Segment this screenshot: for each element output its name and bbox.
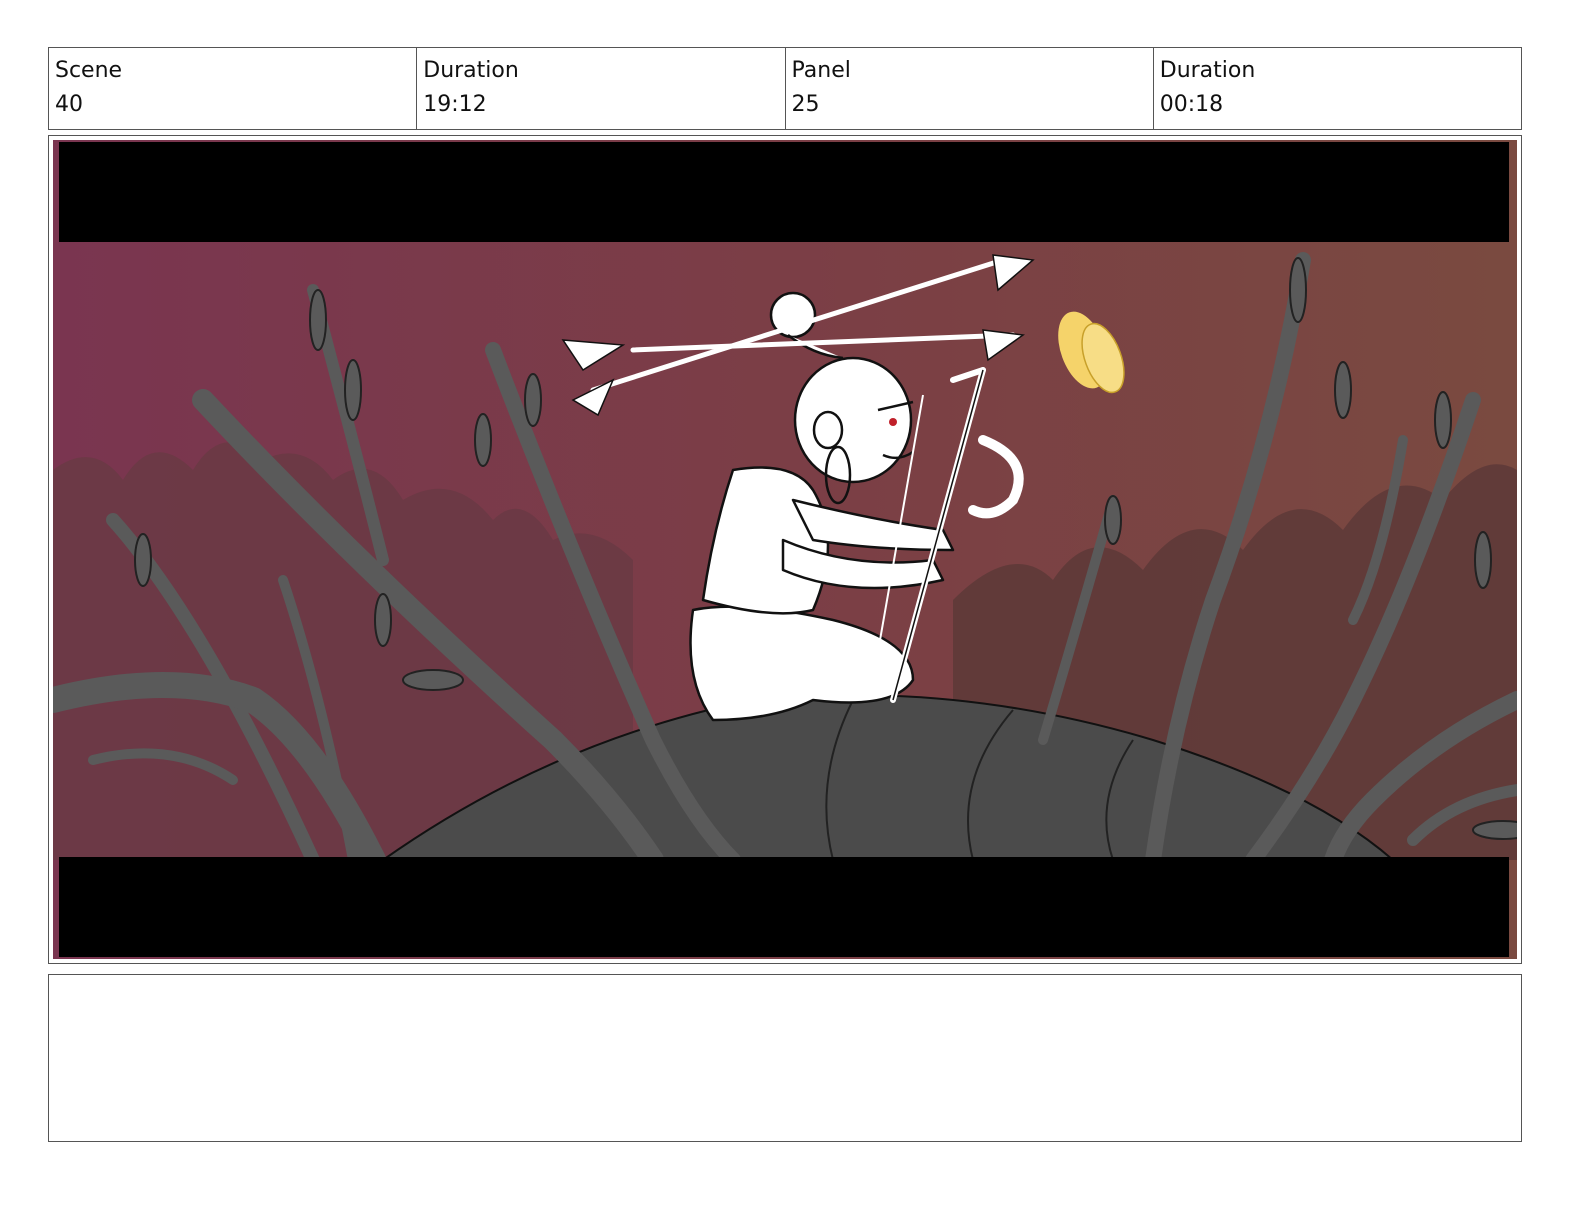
panel-label: Panel	[791, 58, 851, 83]
scene-duration-value: 19:12	[423, 92, 487, 117]
scene-label: Scene	[55, 58, 123, 83]
panel-info-header: Scene 40 Duration 19:12 Panel 25 Duratio…	[48, 47, 1522, 130]
panel-value: 25	[791, 92, 820, 117]
scene-value: 40	[55, 92, 83, 117]
scene-cell: Scene 40	[49, 48, 418, 129]
panel-cell: Panel 25	[786, 48, 1154, 129]
panel-duration-value: 00:18	[1159, 92, 1224, 117]
scene-duration-label: Duration	[423, 58, 519, 83]
scene-duration-cell: Duration 19:12	[417, 48, 786, 129]
storyboard-frame	[48, 135, 1522, 964]
letterbox-bottom	[59, 857, 1509, 957]
letterbox-top	[59, 142, 1509, 242]
storyboard-illustration	[53, 140, 1517, 959]
panel-duration-cell: Duration 00:18	[1154, 48, 1521, 129]
panel-notes-box[interactable]	[48, 974, 1522, 1142]
panel-duration-label: Duration	[1159, 58, 1256, 83]
